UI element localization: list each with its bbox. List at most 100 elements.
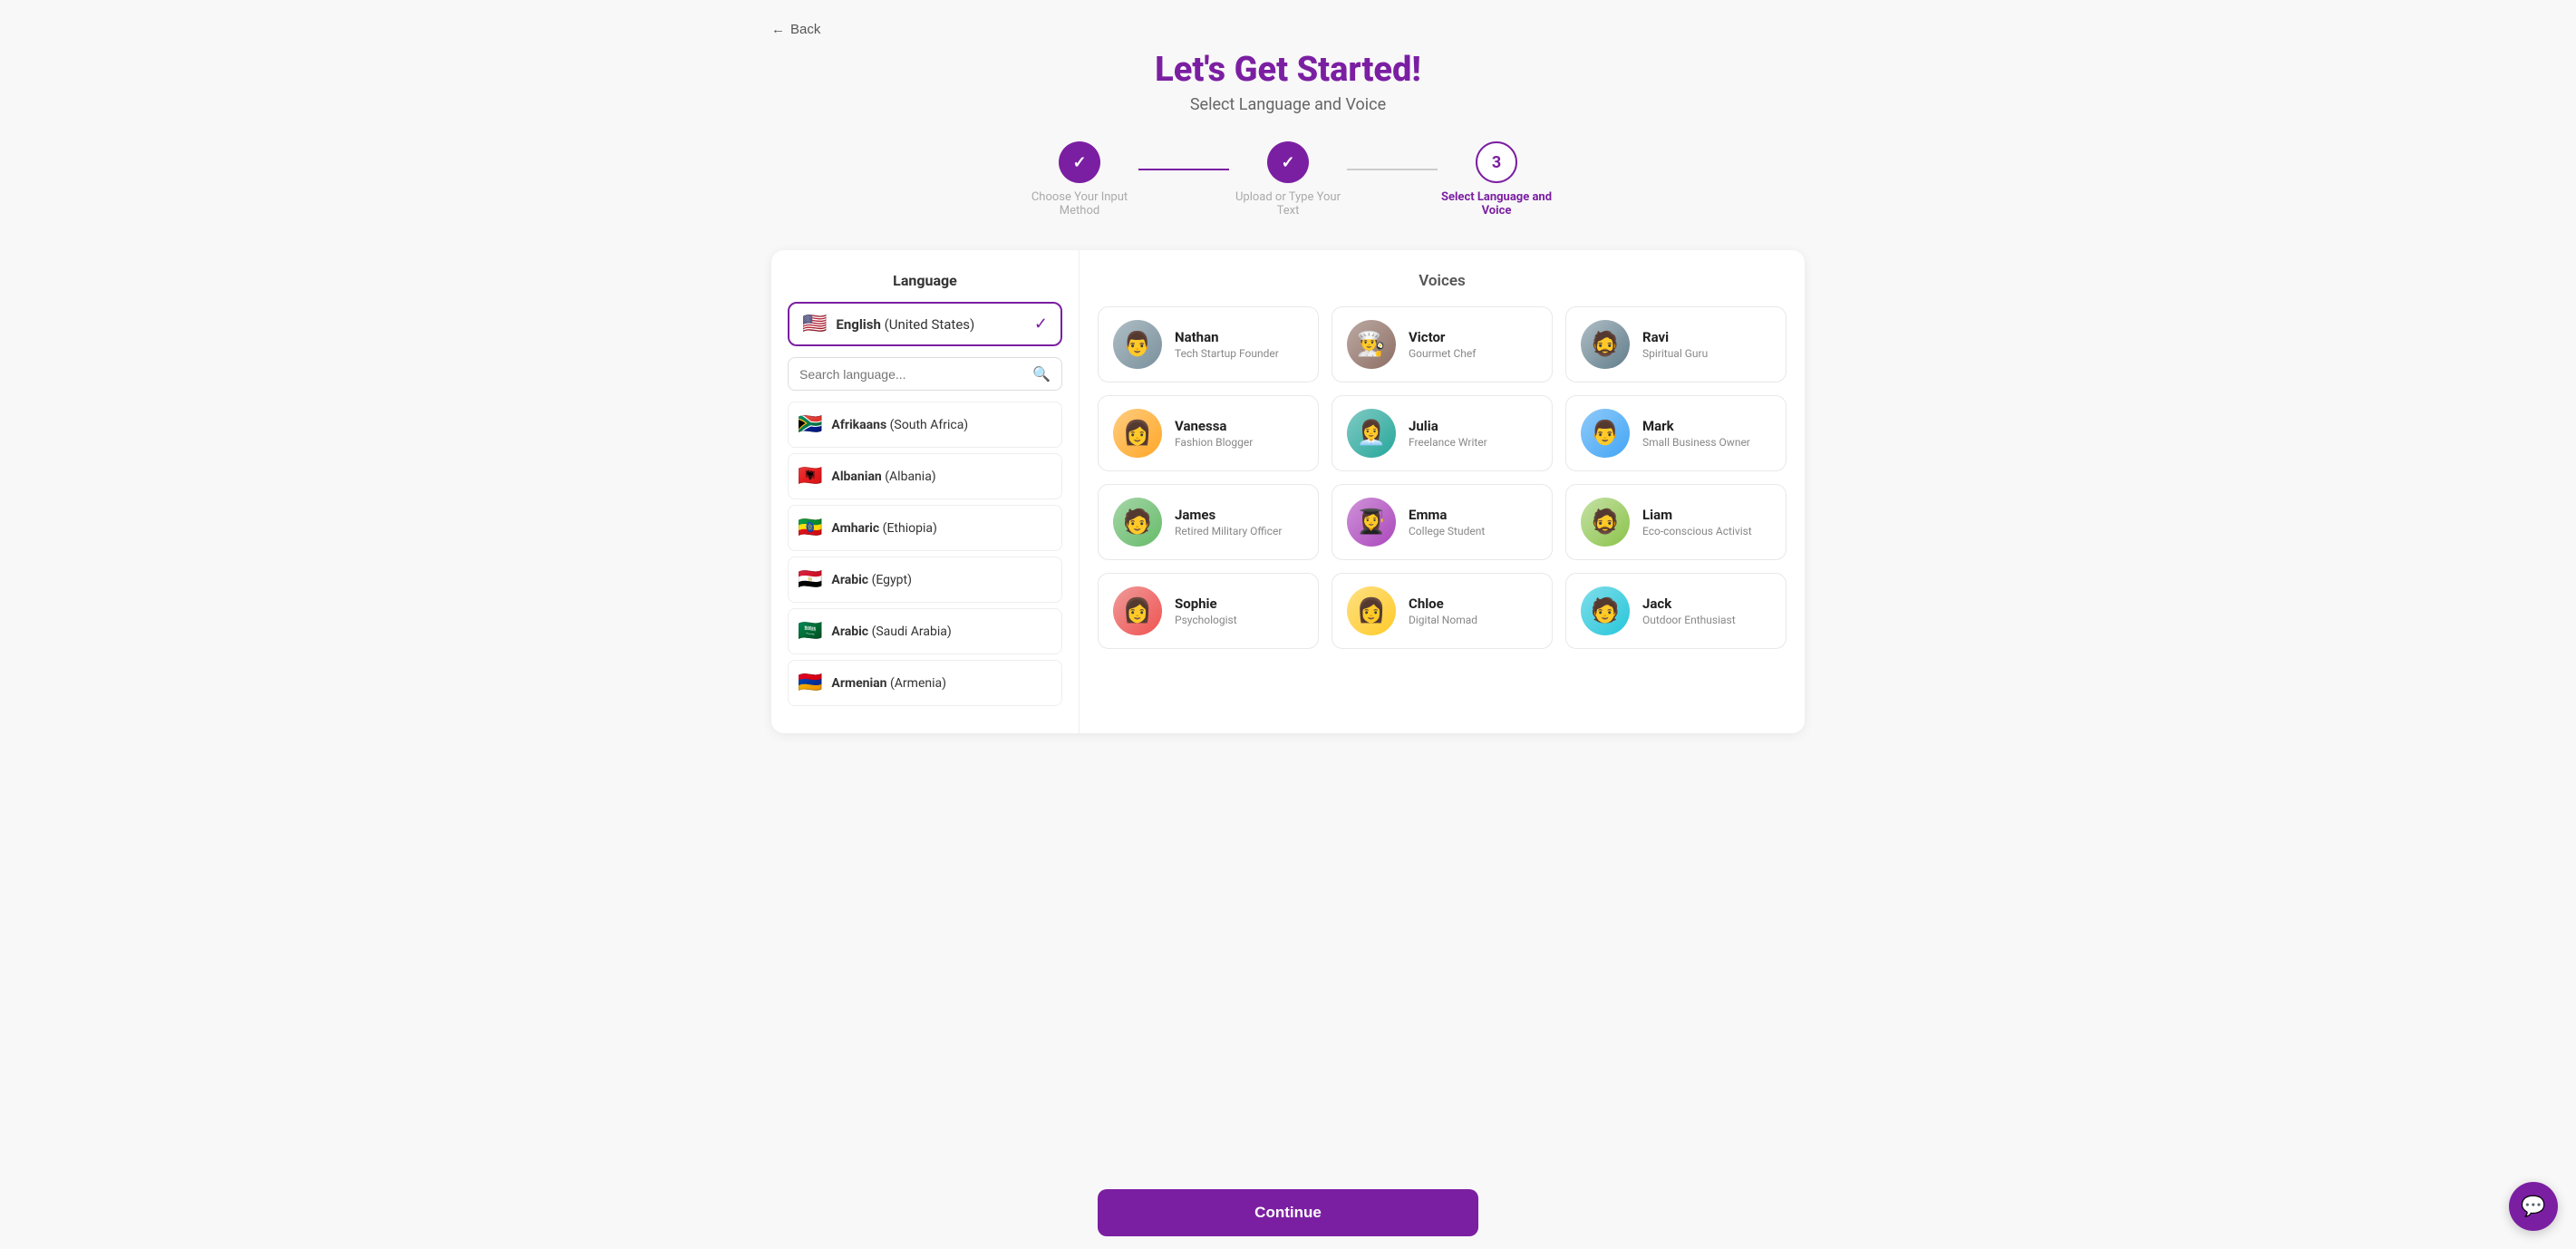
voice-card[interactable]: 🧔 Ravi Spiritual Guru — [1565, 306, 1787, 382]
lang-name: Albanian (Albania) — [831, 470, 935, 484]
voice-avatar: 🧔 — [1581, 320, 1630, 369]
back-arrow-icon: ← — [771, 22, 785, 37]
step-1-circle: ✓ — [1059, 141, 1100, 183]
voice-name: Nathan — [1175, 329, 1279, 345]
voice-role: Freelance Writer — [1409, 436, 1487, 449]
language-list-item[interactable]: 🇪🇹 Amharic (Ethiopia) — [788, 505, 1062, 551]
voice-avatar: 👩‍💼 — [1347, 409, 1396, 458]
connector-2-3 — [1347, 169, 1438, 170]
voice-info: Nathan Tech Startup Founder — [1175, 329, 1279, 360]
voice-name: Ravi — [1642, 329, 1708, 345]
lang-name: Amharic (Ethiopia) — [831, 521, 936, 536]
voice-card[interactable]: 👩 Sophie Psychologist — [1098, 573, 1319, 649]
voices-panel: Voices 👨 Nathan Tech Startup Founder 👨‍🍳… — [1080, 250, 1805, 733]
voice-role: Spiritual Guru — [1642, 347, 1708, 360]
selected-language-item[interactable]: 🇺🇸 English (United States) ✓ — [788, 302, 1062, 346]
lang-name: Arabic (Egypt) — [831, 573, 912, 587]
voice-role: College Student — [1409, 525, 1485, 537]
voice-avatar: 👨 — [1113, 320, 1162, 369]
flag-icon: 🇦🇱 — [798, 465, 822, 488]
language-list: 🇿🇦 Afrikaans (South Africa) 🇦🇱 Albanian … — [788, 402, 1062, 712]
page-wrapper: ← Back Let's Get Started! Select Languag… — [744, 0, 1832, 806]
voice-name: Jack — [1642, 595, 1736, 612]
voice-role: Tech Startup Founder — [1175, 347, 1279, 360]
language-search-box: 🔍 — [788, 357, 1062, 391]
selected-language-flag-name: 🇺🇸 English (United States) — [802, 313, 974, 335]
voice-card[interactable]: 👨 Nathan Tech Startup Founder — [1098, 306, 1319, 382]
language-list-item[interactable]: 🇸🇦 Arabic (Saudi Arabia) — [788, 608, 1062, 654]
voice-name: Vanessa — [1175, 418, 1253, 434]
voice-avatar: 🧔 — [1581, 498, 1630, 547]
voice-card[interactable]: 👩‍🎓 Emma College Student — [1332, 484, 1553, 560]
chat-bubble-button[interactable]: 💬 — [2509, 1182, 2558, 1231]
flag-icon: 🇪🇬 — [798, 568, 822, 591]
language-search-input[interactable] — [799, 367, 1025, 382]
voice-role: Small Business Owner — [1642, 436, 1750, 449]
voice-name: James — [1175, 507, 1282, 523]
voice-info: Julia Freelance Writer — [1409, 418, 1487, 449]
language-list-item[interactable]: 🇪🇬 Arabic (Egypt) — [788, 557, 1062, 603]
voice-role: Digital Nomad — [1409, 614, 1477, 626]
language-panel-title: Language — [788, 272, 1062, 289]
back-label: Back — [790, 22, 820, 37]
selected-language-text: English (United States) — [836, 316, 974, 333]
flag-icon: 🇪🇹 — [798, 517, 822, 539]
voice-avatar: 👩 — [1347, 586, 1396, 635]
page-title: Let's Get Started! — [771, 50, 1805, 90]
search-icon: 🔍 — [1032, 365, 1051, 382]
voice-card[interactable]: 👩‍💼 Julia Freelance Writer — [1332, 395, 1553, 471]
step-1: ✓ Choose Your Input Method — [1021, 141, 1138, 218]
voice-card[interactable]: 👨‍🍳 Victor Gourmet Chef — [1332, 306, 1553, 382]
voice-info: Sophie Psychologist — [1175, 595, 1237, 626]
voice-card[interactable]: 🧑 Jack Outdoor Enthusiast — [1565, 573, 1787, 649]
selected-language-name: English — [836, 316, 880, 333]
selected-language-region: (United States) — [885, 316, 975, 333]
voice-info: Vanessa Fashion Blogger — [1175, 418, 1253, 449]
voice-role: Fashion Blogger — [1175, 436, 1253, 449]
voices-grid: 👨 Nathan Tech Startup Founder 👨‍🍳 Victor… — [1098, 306, 1787, 649]
voices-title: Voices — [1098, 272, 1787, 290]
voice-avatar: 👩‍🎓 — [1347, 498, 1396, 547]
voice-avatar: 👩 — [1113, 409, 1162, 458]
voice-info: Jack Outdoor Enthusiast — [1642, 595, 1736, 626]
voice-name: Chloe — [1409, 595, 1477, 612]
voice-card[interactable]: 👩 Chloe Digital Nomad — [1332, 573, 1553, 649]
continue-button[interactable]: Continue — [1098, 1189, 1478, 1236]
voice-card[interactable]: 🧑 James Retired Military Officer — [1098, 484, 1319, 560]
flag-icon: 🇦🇲 — [798, 672, 822, 694]
step-1-label: Choose Your Input Method — [1021, 190, 1138, 218]
flag-icon: 🇸🇦 — [798, 620, 822, 643]
voice-role: Psychologist — [1175, 614, 1237, 626]
voice-avatar: 👨‍🍳 — [1347, 320, 1396, 369]
voice-info: Emma College Student — [1409, 507, 1485, 537]
voice-avatar: 👩 — [1113, 586, 1162, 635]
step-3: 3 Select Language and Voice — [1438, 141, 1555, 218]
connector-1-2 — [1138, 169, 1229, 170]
us-flag-icon: 🇺🇸 — [802, 313, 827, 335]
main-content: Language 🇺🇸 English (United States) ✓ 🔍 — [771, 250, 1805, 733]
voice-card[interactable]: 👨 Mark Small Business Owner — [1565, 395, 1787, 471]
voice-info: Liam Eco-conscious Activist — [1642, 507, 1752, 537]
step-2-label: Upload or Type Your Text — [1229, 190, 1347, 218]
page-subtitle: Select Language and Voice — [771, 95, 1805, 114]
selected-check-icon: ✓ — [1034, 315, 1048, 334]
voice-card[interactable]: 🧔 Liam Eco-conscious Activist — [1565, 484, 1787, 560]
voice-info: Victor Gourmet Chef — [1409, 329, 1476, 360]
stepper: ✓ Choose Your Input Method ✓ Upload or T… — [771, 141, 1805, 218]
voice-name: Liam — [1642, 507, 1752, 523]
voice-card[interactable]: 👩 Vanessa Fashion Blogger — [1098, 395, 1319, 471]
voice-role: Retired Military Officer — [1175, 525, 1282, 537]
voice-avatar: 🧑 — [1113, 498, 1162, 547]
flag-icon: 🇿🇦 — [798, 413, 822, 436]
step-3-label: Select Language and Voice — [1438, 190, 1555, 218]
step-3-circle: 3 — [1476, 141, 1517, 183]
voice-name: Julia — [1409, 418, 1487, 434]
language-panel: Language 🇺🇸 English (United States) ✓ 🔍 — [771, 250, 1080, 733]
back-button[interactable]: ← Back — [771, 18, 820, 41]
step-2: ✓ Upload or Type Your Text — [1229, 141, 1347, 218]
language-list-item[interactable]: 🇿🇦 Afrikaans (South Africa) — [788, 402, 1062, 448]
language-list-item[interactable]: 🇦🇲 Armenian (Armenia) — [788, 660, 1062, 706]
lang-name: Arabic (Saudi Arabia) — [831, 624, 951, 639]
language-list-item[interactable]: 🇦🇱 Albanian (Albania) — [788, 453, 1062, 499]
voice-name: Mark — [1642, 418, 1750, 434]
